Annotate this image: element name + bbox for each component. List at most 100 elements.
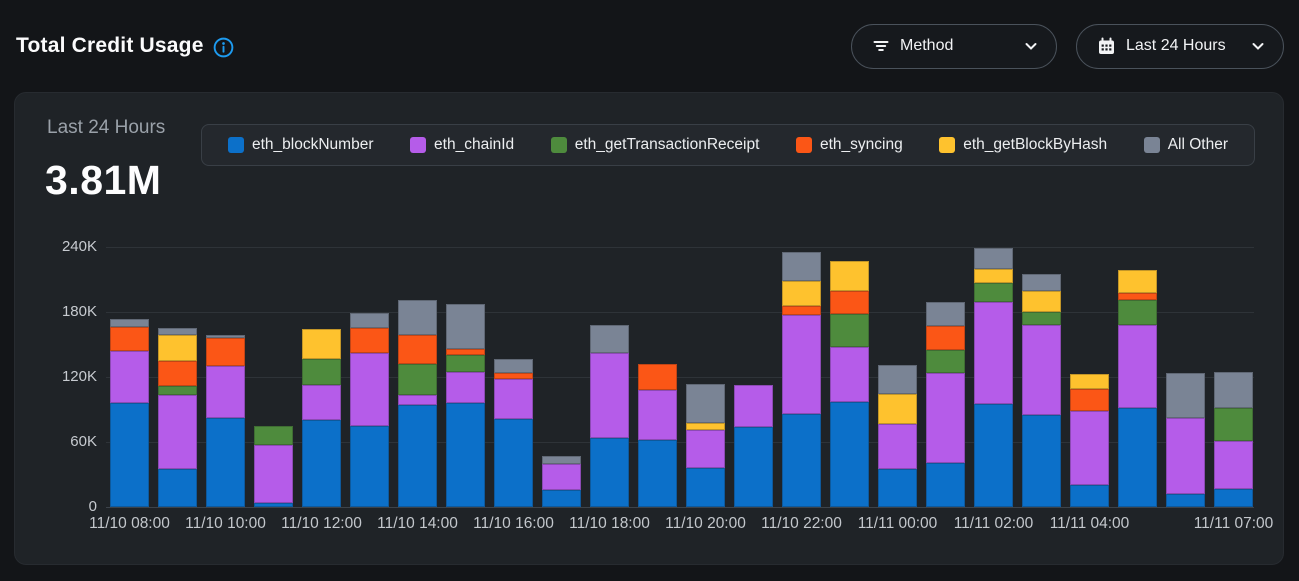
stacked-bar[interactable] xyxy=(302,329,341,507)
bar-segment xyxy=(206,418,245,507)
bar-segment xyxy=(1118,300,1157,325)
bar-segment xyxy=(830,314,869,347)
stacked-bar[interactable] xyxy=(926,302,965,507)
stacked-bar[interactable] xyxy=(1118,270,1157,507)
stacked-bar[interactable] xyxy=(830,261,869,507)
grid-line xyxy=(106,507,1254,508)
bar-segment xyxy=(590,325,629,353)
bar-segment xyxy=(158,469,197,507)
bar-segment xyxy=(254,445,293,502)
stacked-bar[interactable] xyxy=(686,384,725,507)
bar-segment xyxy=(542,490,581,507)
bar-segment xyxy=(926,326,965,350)
bar-segment xyxy=(1070,389,1109,411)
stacked-bar[interactable] xyxy=(1070,374,1109,507)
bar-segment xyxy=(254,426,293,446)
bar-segment xyxy=(878,469,917,507)
bar-segment xyxy=(590,438,629,507)
x-axis-tick-label: 11/11 07:00 xyxy=(1179,515,1289,533)
bar-segment xyxy=(110,327,149,351)
stacked-bar[interactable] xyxy=(110,319,149,507)
stacked-bar[interactable] xyxy=(1022,274,1061,507)
bar-segment xyxy=(1070,411,1109,486)
chevron-down-icon xyxy=(1024,39,1038,53)
bar-segment xyxy=(206,338,245,366)
bar-segment xyxy=(542,456,581,464)
stacked-bar[interactable] xyxy=(590,325,629,507)
x-axis-tick-label: 11/10 14:00 xyxy=(363,515,473,533)
bar-segment xyxy=(878,424,917,470)
x-axis-tick-label: 11/10 18:00 xyxy=(555,515,665,533)
method-filter-button[interactable]: Method xyxy=(851,24,1057,69)
bar-segment xyxy=(110,319,149,328)
bar-segment xyxy=(494,359,533,373)
credit-usage-card: Last 24 Hours 3.81M eth_blockNumbereth_c… xyxy=(14,92,1284,565)
x-axis-tick-label: 11/10 08:00 xyxy=(75,515,185,533)
bar-segment xyxy=(974,283,1013,303)
bar-segment xyxy=(1118,270,1157,293)
stacked-bar[interactable] xyxy=(206,335,245,507)
stacked-bar[interactable] xyxy=(350,313,389,507)
bar-segment xyxy=(590,353,629,438)
header-controls: Method Last 24 Hours xyxy=(851,24,1284,69)
bar-segment xyxy=(1166,494,1205,507)
bar-segment xyxy=(1214,489,1253,507)
y-axis-tick-label: 60K xyxy=(27,433,97,450)
y-axis-tick-label: 240K xyxy=(27,238,97,255)
x-axis-tick-label: 11/11 02:00 xyxy=(939,515,1049,533)
page-header: Total Credit Usage Method xyxy=(0,0,1299,92)
bar-segment xyxy=(974,302,1013,404)
stacked-bar[interactable] xyxy=(158,328,197,507)
bar-segment xyxy=(926,373,965,463)
bar-segment xyxy=(1166,373,1205,419)
bar-segment xyxy=(350,313,389,328)
bar-segment xyxy=(206,366,245,418)
bar-segment xyxy=(782,315,821,414)
stacked-bar[interactable] xyxy=(974,248,1013,507)
bar-segment xyxy=(302,420,341,507)
stacked-bar[interactable] xyxy=(446,304,485,507)
stacked-bar[interactable] xyxy=(1166,373,1205,507)
stacked-bar[interactable] xyxy=(734,385,773,507)
bar-segment xyxy=(1022,325,1061,415)
bar-segment xyxy=(830,291,869,314)
stacked-bar[interactable] xyxy=(542,456,581,507)
bar-segment xyxy=(398,405,437,507)
bar-segment xyxy=(782,281,821,306)
bar-segment xyxy=(158,386,197,396)
stacked-bar[interactable] xyxy=(254,426,293,507)
stacked-bar[interactable] xyxy=(878,365,917,507)
bar-segment xyxy=(686,468,725,507)
bar-segment xyxy=(1166,418,1205,494)
bar-segment xyxy=(1214,372,1253,409)
y-axis-tick-label: 180K xyxy=(27,303,97,320)
x-axis-tick-label: 11/10 20:00 xyxy=(651,515,761,533)
bar-segment xyxy=(158,395,197,469)
stacked-bar[interactable] xyxy=(494,359,533,507)
stacked-bar[interactable] xyxy=(398,300,437,507)
stacked-bar[interactable] xyxy=(1214,372,1253,507)
bar-segment xyxy=(302,385,341,421)
bar-segment xyxy=(782,252,821,280)
bar-segment xyxy=(638,440,677,507)
bar-segment xyxy=(350,328,389,353)
time-range-button[interactable]: Last 24 Hours xyxy=(1076,24,1284,69)
bar-segment xyxy=(1070,374,1109,389)
bar-segment xyxy=(350,353,389,426)
bar-segment xyxy=(398,300,437,335)
x-axis-tick-label: 11/11 00:00 xyxy=(843,515,953,533)
stacked-bar[interactable] xyxy=(638,364,677,507)
bar-segment xyxy=(350,426,389,507)
bar-segment xyxy=(974,404,1013,507)
bar-segment xyxy=(158,361,197,386)
bar-segment xyxy=(494,379,533,419)
stacked-bar-chart: 060K120K180K240K11/10 08:0011/10 10:0011… xyxy=(15,93,1285,566)
method-button-label: Method xyxy=(900,37,953,55)
bar-segment xyxy=(1214,441,1253,489)
bar-segment xyxy=(686,423,725,431)
bar-segment xyxy=(1118,408,1157,507)
bar-segment xyxy=(302,329,341,358)
stacked-bar[interactable] xyxy=(782,252,821,507)
bar-segment xyxy=(926,350,965,373)
info-icon[interactable] xyxy=(213,37,234,58)
